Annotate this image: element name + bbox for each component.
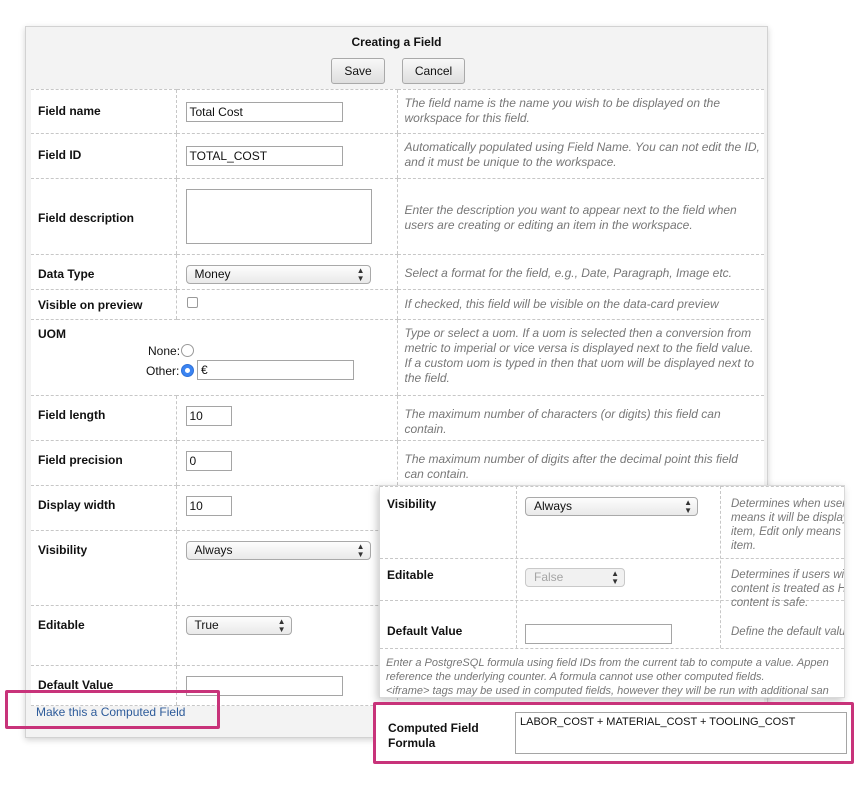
editable-select[interactable]: True ▲ ▼ bbox=[185, 616, 292, 635]
field-precision-hint: The maximum number of digits after the d… bbox=[404, 452, 738, 481]
uom-label: UOM bbox=[38, 327, 66, 341]
inset-default-value-input[interactable] bbox=[525, 624, 672, 644]
uom-none-radio[interactable] bbox=[181, 344, 194, 357]
select-arrows-icon: ▲ ▼ bbox=[684, 498, 692, 515]
inset-visibility-hint-1: Determines when user bbox=[731, 498, 845, 510]
computed-formula-note: Enter a PostgreSQL formula using field I… bbox=[386, 656, 829, 697]
display-width-input[interactable]: 10 bbox=[185, 496, 232, 516]
inset-editable-select[interactable]: False ▲ ▼ bbox=[525, 568, 625, 587]
uom-other-radio[interactable] bbox=[181, 364, 194, 377]
make-computed-field-link[interactable]: Make this a Computed Field bbox=[36, 705, 185, 719]
editable-label: Editable bbox=[38, 618, 85, 632]
row-field-description: Field description Enter the description … bbox=[31, 178, 764, 255]
visible-on-preview-checkbox[interactable] bbox=[186, 297, 198, 308]
uom-other-label: Other: bbox=[146, 364, 180, 378]
row-data-type: Data Type Money ▲ ▼ Select a format for th… bbox=[31, 254, 764, 290]
select-arrows-icon: ▲ ▼ bbox=[356, 266, 365, 283]
field-precision-label: Field precision bbox=[38, 453, 123, 467]
inset-editable-label: Editable bbox=[387, 568, 434, 582]
field-name-label: Field name bbox=[38, 104, 101, 118]
field-description-textarea[interactable] bbox=[185, 189, 372, 244]
inset-visibility-hint-2: means it will be display bbox=[731, 512, 845, 524]
computed-formula-note-line-2: reference the underlying counter. A form… bbox=[386, 671, 765, 683]
data-type-select[interactable]: Money ▲ ▼ bbox=[185, 265, 371, 284]
row-field-name: Field name Total Cost The field name is … bbox=[31, 89, 764, 134]
inset-editable-hint-3: content is safe. bbox=[731, 597, 809, 609]
row-field-length: Field length 10 The maximum number of ch… bbox=[31, 395, 764, 441]
row-uom: UOM None: Other: € Type or select a uom.… bbox=[31, 319, 764, 396]
computed-formula-note-line-1: Enter a PostgreSQL formula using field I… bbox=[386, 657, 829, 669]
data-type-hint: Select a format for the field, e.g., Dat… bbox=[404, 266, 733, 280]
inset-visibility-label: Visibility bbox=[387, 497, 437, 511]
field-name-input[interactable]: Total Cost bbox=[185, 102, 343, 122]
inset-visibility-hint-3: item, Edit only means i bbox=[731, 526, 845, 538]
field-id-input[interactable]: TOTAL_COST bbox=[185, 146, 343, 166]
visible-on-preview-label: Visible on preview bbox=[38, 298, 143, 312]
inset-visibility-hint-4: item. bbox=[731, 540, 756, 552]
inset-default-value-label: Default Value bbox=[387, 624, 463, 638]
inset-visibility-select[interactable]: Always ▲ ▼ bbox=[525, 497, 698, 516]
field-id-label: Field ID bbox=[38, 148, 82, 162]
save-button[interactable]: Save bbox=[331, 58, 385, 84]
visibility-select[interactable]: Always ▲ ▼ bbox=[185, 541, 371, 560]
visible-on-preview-hint: If checked, this field will be visible o… bbox=[404, 297, 719, 311]
computed-formula-input[interactable]: LABOR_COST + MATERIAL_COST + TOOLING_COS… bbox=[515, 712, 847, 754]
computed-formula-note-line-3: <iframe> tags may be used in computed fi… bbox=[386, 685, 829, 697]
field-description-hint: Enter the description you want to appear… bbox=[404, 203, 737, 232]
uom-hint: Type or select a uom. If a uom is select… bbox=[404, 326, 755, 385]
uom-other-input[interactable]: € bbox=[197, 360, 354, 380]
row-visible-on-preview: Visible on preview If checked, this fiel… bbox=[31, 289, 764, 320]
field-length-label: Field length bbox=[38, 408, 106, 422]
display-width-label: Display width bbox=[38, 498, 116, 512]
computed-field-inset: Visibility Always ▲ ▼ Determines when user… bbox=[379, 485, 845, 698]
visibility-label: Visibility bbox=[38, 543, 88, 557]
field-name-hint: The field name is the name you wish to b… bbox=[404, 96, 721, 125]
field-length-input[interactable]: 10 bbox=[185, 406, 232, 426]
inset-editable-hint-2: content is treated as H bbox=[731, 583, 845, 595]
field-precision-input[interactable]: 0 bbox=[185, 451, 232, 471]
dialog-title: Creating a Field bbox=[351, 35, 442, 49]
inset-default-value-hint: Define the default valu bbox=[731, 626, 845, 638]
row-field-id: Field ID TOTAL_COST Automatically popula… bbox=[31, 133, 764, 179]
select-arrows-icon: ▲ ▼ bbox=[356, 542, 365, 559]
select-arrows-icon: ▲ ▼ bbox=[611, 569, 619, 586]
uom-none-label: None: bbox=[148, 344, 181, 358]
field-length-hint: The maximum number of characters (or dig… bbox=[404, 407, 721, 436]
select-arrows-icon: ▲ ▼ bbox=[277, 617, 286, 634]
field-id-hint: Automatically populated using Field Name… bbox=[404, 140, 760, 169]
data-type-label: Data Type bbox=[38, 267, 95, 281]
row-field-precision: Field precision 0 The maximum number of … bbox=[31, 440, 764, 486]
default-value-label: Default Value bbox=[38, 678, 114, 692]
inset-editable-hint-1: Determines if users wi bbox=[731, 569, 845, 581]
computed-formula-label: Computed Field Formula bbox=[388, 721, 479, 750]
field-description-label: Field description bbox=[38, 211, 135, 225]
cancel-button[interactable]: Cancel bbox=[402, 58, 465, 84]
computed-formula-highlight: Computed Field Formula LABOR_COST + MATE… bbox=[373, 702, 854, 764]
